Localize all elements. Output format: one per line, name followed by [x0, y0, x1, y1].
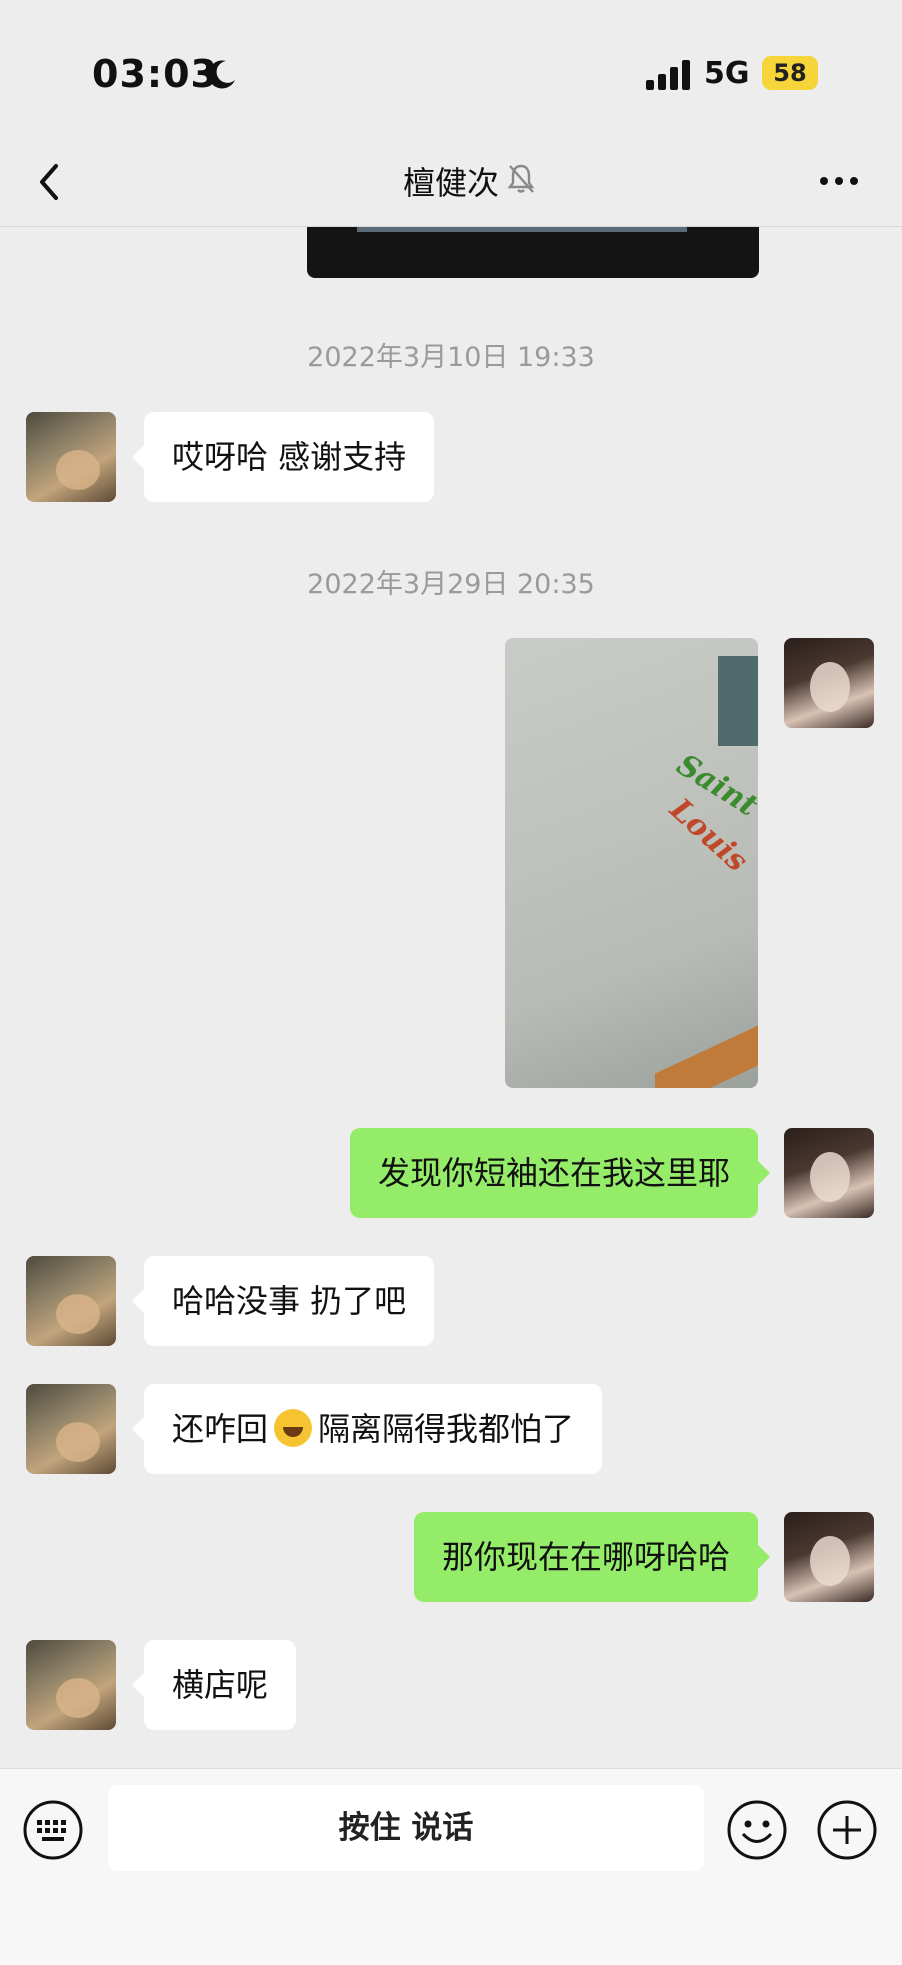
contact-avatar[interactable] [26, 1640, 116, 1730]
message-text: 还咋回 [172, 1410, 269, 1448]
hold-to-talk-button[interactable]: 按住 说话 [108, 1785, 704, 1871]
input-bar: 按住 说话 [0, 1768, 902, 1965]
contact-avatar[interactable] [26, 1384, 116, 1474]
my-avatar[interactable] [784, 638, 874, 728]
message-text: 隔离隔得我都怕了 [318, 1410, 575, 1448]
my-avatar[interactable] [784, 1512, 874, 1602]
mute-bell-icon [507, 164, 535, 193]
chat-header: 檀健次 [0, 140, 902, 227]
received-message[interactable]: 还咋回 隔离隔得我都怕了 [131, 1384, 603, 1474]
contact-avatar[interactable] [26, 1256, 116, 1346]
status-bar: 03:03 5G 58 [0, 0, 902, 140]
sent-message[interactable]: 那你现在在哪呀哈哈 [413, 1512, 771, 1602]
battery-indicator: 58 [762, 56, 818, 90]
received-message[interactable]: 哎呀哈 感谢支持 [131, 412, 435, 502]
network-label: 5G [704, 56, 750, 91]
more-options-icon[interactable] [818, 166, 860, 196]
timestamp: 2022年3月10日 19:33 [307, 342, 595, 373]
my-avatar[interactable] [784, 1128, 874, 1218]
received-message[interactable]: 横店呢 [131, 1640, 297, 1730]
sent-image-message[interactable]: Saint Louis [505, 638, 758, 1088]
timestamp: 2022年3月29日 20:35 [307, 569, 595, 600]
contact-avatar[interactable] [26, 412, 116, 502]
emoji-icon[interactable] [726, 1799, 788, 1861]
signal-icon [646, 60, 690, 90]
laugh-cry-emoji-icon [274, 1409, 313, 1447]
status-time: 03:03 [92, 52, 218, 96]
received-message[interactable]: 哈哈没事 扔了吧 [131, 1256, 435, 1346]
keyboard-icon[interactable] [22, 1799, 84, 1861]
moon-icon [208, 60, 235, 89]
chat-title: 檀健次 [402, 164, 499, 202]
sent-message[interactable]: 发现你短袖还在我这里耶 [349, 1128, 771, 1218]
add-icon[interactable] [816, 1799, 878, 1861]
